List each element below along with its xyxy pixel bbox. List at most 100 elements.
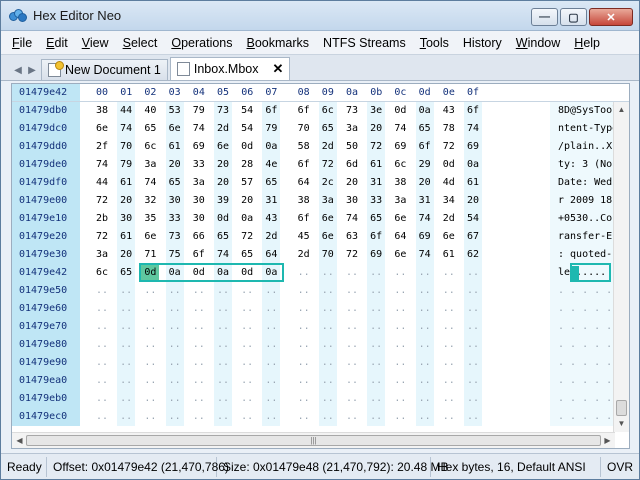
empty-byte[interactable]: .. <box>166 336 184 354</box>
empty-byte[interactable]: .. <box>295 372 313 390</box>
empty-byte[interactable]: .. <box>141 354 159 372</box>
empty-byte[interactable]: .. <box>416 408 434 426</box>
tab-close-icon[interactable]: ✕ <box>273 61 284 77</box>
hex-byte[interactable]: 0a <box>262 138 280 156</box>
empty-byte[interactable]: .. <box>214 354 232 372</box>
hex-byte[interactable]: 32 <box>141 192 159 210</box>
hex-byte[interactable]: 69 <box>367 246 385 264</box>
empty-byte[interactable]: .. <box>295 390 313 408</box>
hex-byte[interactable]: 70 <box>319 246 337 264</box>
tab-new-document-1[interactable]: New Document 1 <box>41 59 168 80</box>
hex-byte[interactable]: 50 <box>343 138 361 156</box>
empty-byte[interactable]: .. <box>464 408 482 426</box>
hex-byte[interactable]: 4d <box>440 174 458 192</box>
hex-byte[interactable]: 66 <box>190 228 208 246</box>
hex-byte[interactable]: 6f <box>295 210 313 228</box>
hex-byte[interactable]: 31 <box>262 192 280 210</box>
empty-byte[interactable]: .. <box>262 372 280 390</box>
hex-byte[interactable]: 20 <box>117 192 135 210</box>
hex-byte[interactable]: 79 <box>190 102 208 120</box>
hex-byte[interactable]: 65 <box>238 246 256 264</box>
hex-byte[interactable]: 30 <box>190 210 208 228</box>
empty-byte[interactable]: .. <box>214 300 232 318</box>
hex-byte[interactable]: 65 <box>117 264 135 282</box>
hex-byte[interactable]: 61 <box>117 228 135 246</box>
title-bar[interactable]: Hex Editor Neo — ▢ ✕ <box>1 1 639 31</box>
empty-byte[interactable]: .. <box>117 282 135 300</box>
hex-byte[interactable]: 2d <box>214 120 232 138</box>
hex-byte[interactable]: 74 <box>464 120 482 138</box>
hex-view[interactable]: 01479e42 00 01 02 03 04 05 06 07 08 09 0a 0b 0c 0d 0e 0… <box>11 83 630 449</box>
hex-byte[interactable]: 64 <box>262 246 280 264</box>
hex-byte[interactable]: 3e <box>367 102 385 120</box>
empty-byte[interactable]: .. <box>141 390 159 408</box>
hex-byte[interactable]: 69 <box>464 138 482 156</box>
hex-byte[interactable]: 6c <box>93 264 111 282</box>
empty-byte[interactable]: .. <box>166 354 184 372</box>
hex-byte[interactable]: 30 <box>343 192 361 210</box>
empty-byte[interactable]: .. <box>166 318 184 336</box>
hex-byte[interactable]: 72 <box>367 138 385 156</box>
hex-byte[interactable]: 6f <box>367 228 385 246</box>
empty-byte[interactable]: .. <box>238 318 256 336</box>
empty-byte[interactable]: .. <box>93 300 111 318</box>
empty-byte[interactable]: .. <box>319 300 337 318</box>
hex-byte[interactable]: 6e <box>319 228 337 246</box>
scroll-right-icon[interactable]: ▶ <box>600 433 615 448</box>
empty-byte[interactable]: .. <box>343 282 361 300</box>
empty-byte[interactable]: .. <box>262 300 280 318</box>
hex-byte[interactable]: 6f <box>295 102 313 120</box>
empty-byte[interactable]: .. <box>238 372 256 390</box>
empty-byte[interactable]: .. <box>117 336 135 354</box>
hex-byte[interactable]: 6f <box>295 156 313 174</box>
hex-byte[interactable]: 6e <box>166 120 184 138</box>
empty-byte[interactable]: .. <box>367 264 385 282</box>
hex-byte[interactable]: 58 <box>295 138 313 156</box>
hex-byte[interactable]: 74 <box>391 120 409 138</box>
hex-byte[interactable]: 30 <box>190 192 208 210</box>
hex-byte[interactable]: 31 <box>367 174 385 192</box>
empty-byte[interactable]: .. <box>214 390 232 408</box>
hex-byte[interactable]: 2c <box>319 174 337 192</box>
empty-byte[interactable]: .. <box>367 282 385 300</box>
empty-byte[interactable]: .. <box>117 318 135 336</box>
hex-byte[interactable]: 54 <box>238 120 256 138</box>
empty-byte[interactable]: .. <box>416 390 434 408</box>
hex-byte[interactable]: 74 <box>141 174 159 192</box>
hex-byte[interactable]: 6d <box>343 156 361 174</box>
hex-byte[interactable]: 71 <box>141 246 159 264</box>
empty-byte[interactable]: .. <box>262 282 280 300</box>
hex-byte[interactable]: 43 <box>440 102 458 120</box>
empty-byte[interactable]: .. <box>440 318 458 336</box>
empty-byte[interactable]: .. <box>416 300 434 318</box>
hex-byte[interactable]: 20 <box>416 174 434 192</box>
hex-byte[interactable]: 64 <box>391 228 409 246</box>
hex-byte[interactable]: 65 <box>262 174 280 192</box>
hex-byte[interactable]: 6e <box>214 138 232 156</box>
empty-byte[interactable]: .. <box>295 300 313 318</box>
hex-byte[interactable]: 20 <box>166 156 184 174</box>
empty-byte[interactable]: .. <box>190 372 208 390</box>
empty-byte[interactable]: .. <box>343 300 361 318</box>
empty-byte[interactable]: .. <box>166 282 184 300</box>
tab-scroll-left-icon[interactable]: ◀ <box>11 60 25 80</box>
hex-byte[interactable]: 6c <box>141 138 159 156</box>
hex-byte[interactable]: 78 <box>440 120 458 138</box>
hex-byte[interactable]: 45 <box>295 228 313 246</box>
hex-byte[interactable]: 33 <box>166 210 184 228</box>
hex-byte[interactable]: 73 <box>214 102 232 120</box>
hex-byte[interactable]: 2d <box>440 210 458 228</box>
empty-byte[interactable]: .. <box>295 408 313 426</box>
hex-byte[interactable]: 69 <box>190 138 208 156</box>
hex-byte[interactable]: 65 <box>319 120 337 138</box>
tab-scroll-right-icon[interactable]: ▶ <box>25 60 39 80</box>
hex-byte[interactable]: 20 <box>214 156 232 174</box>
scroll-up-icon[interactable]: ▲ <box>614 102 629 118</box>
empty-byte[interactable]: .. <box>416 282 434 300</box>
hex-byte[interactable]: 67 <box>464 228 482 246</box>
empty-byte[interactable]: .. <box>367 336 385 354</box>
hex-byte[interactable]: 6e <box>440 228 458 246</box>
empty-byte[interactable]: .. <box>440 372 458 390</box>
hex-byte[interactable]: 65 <box>141 120 159 138</box>
empty-byte[interactable]: .. <box>214 282 232 300</box>
